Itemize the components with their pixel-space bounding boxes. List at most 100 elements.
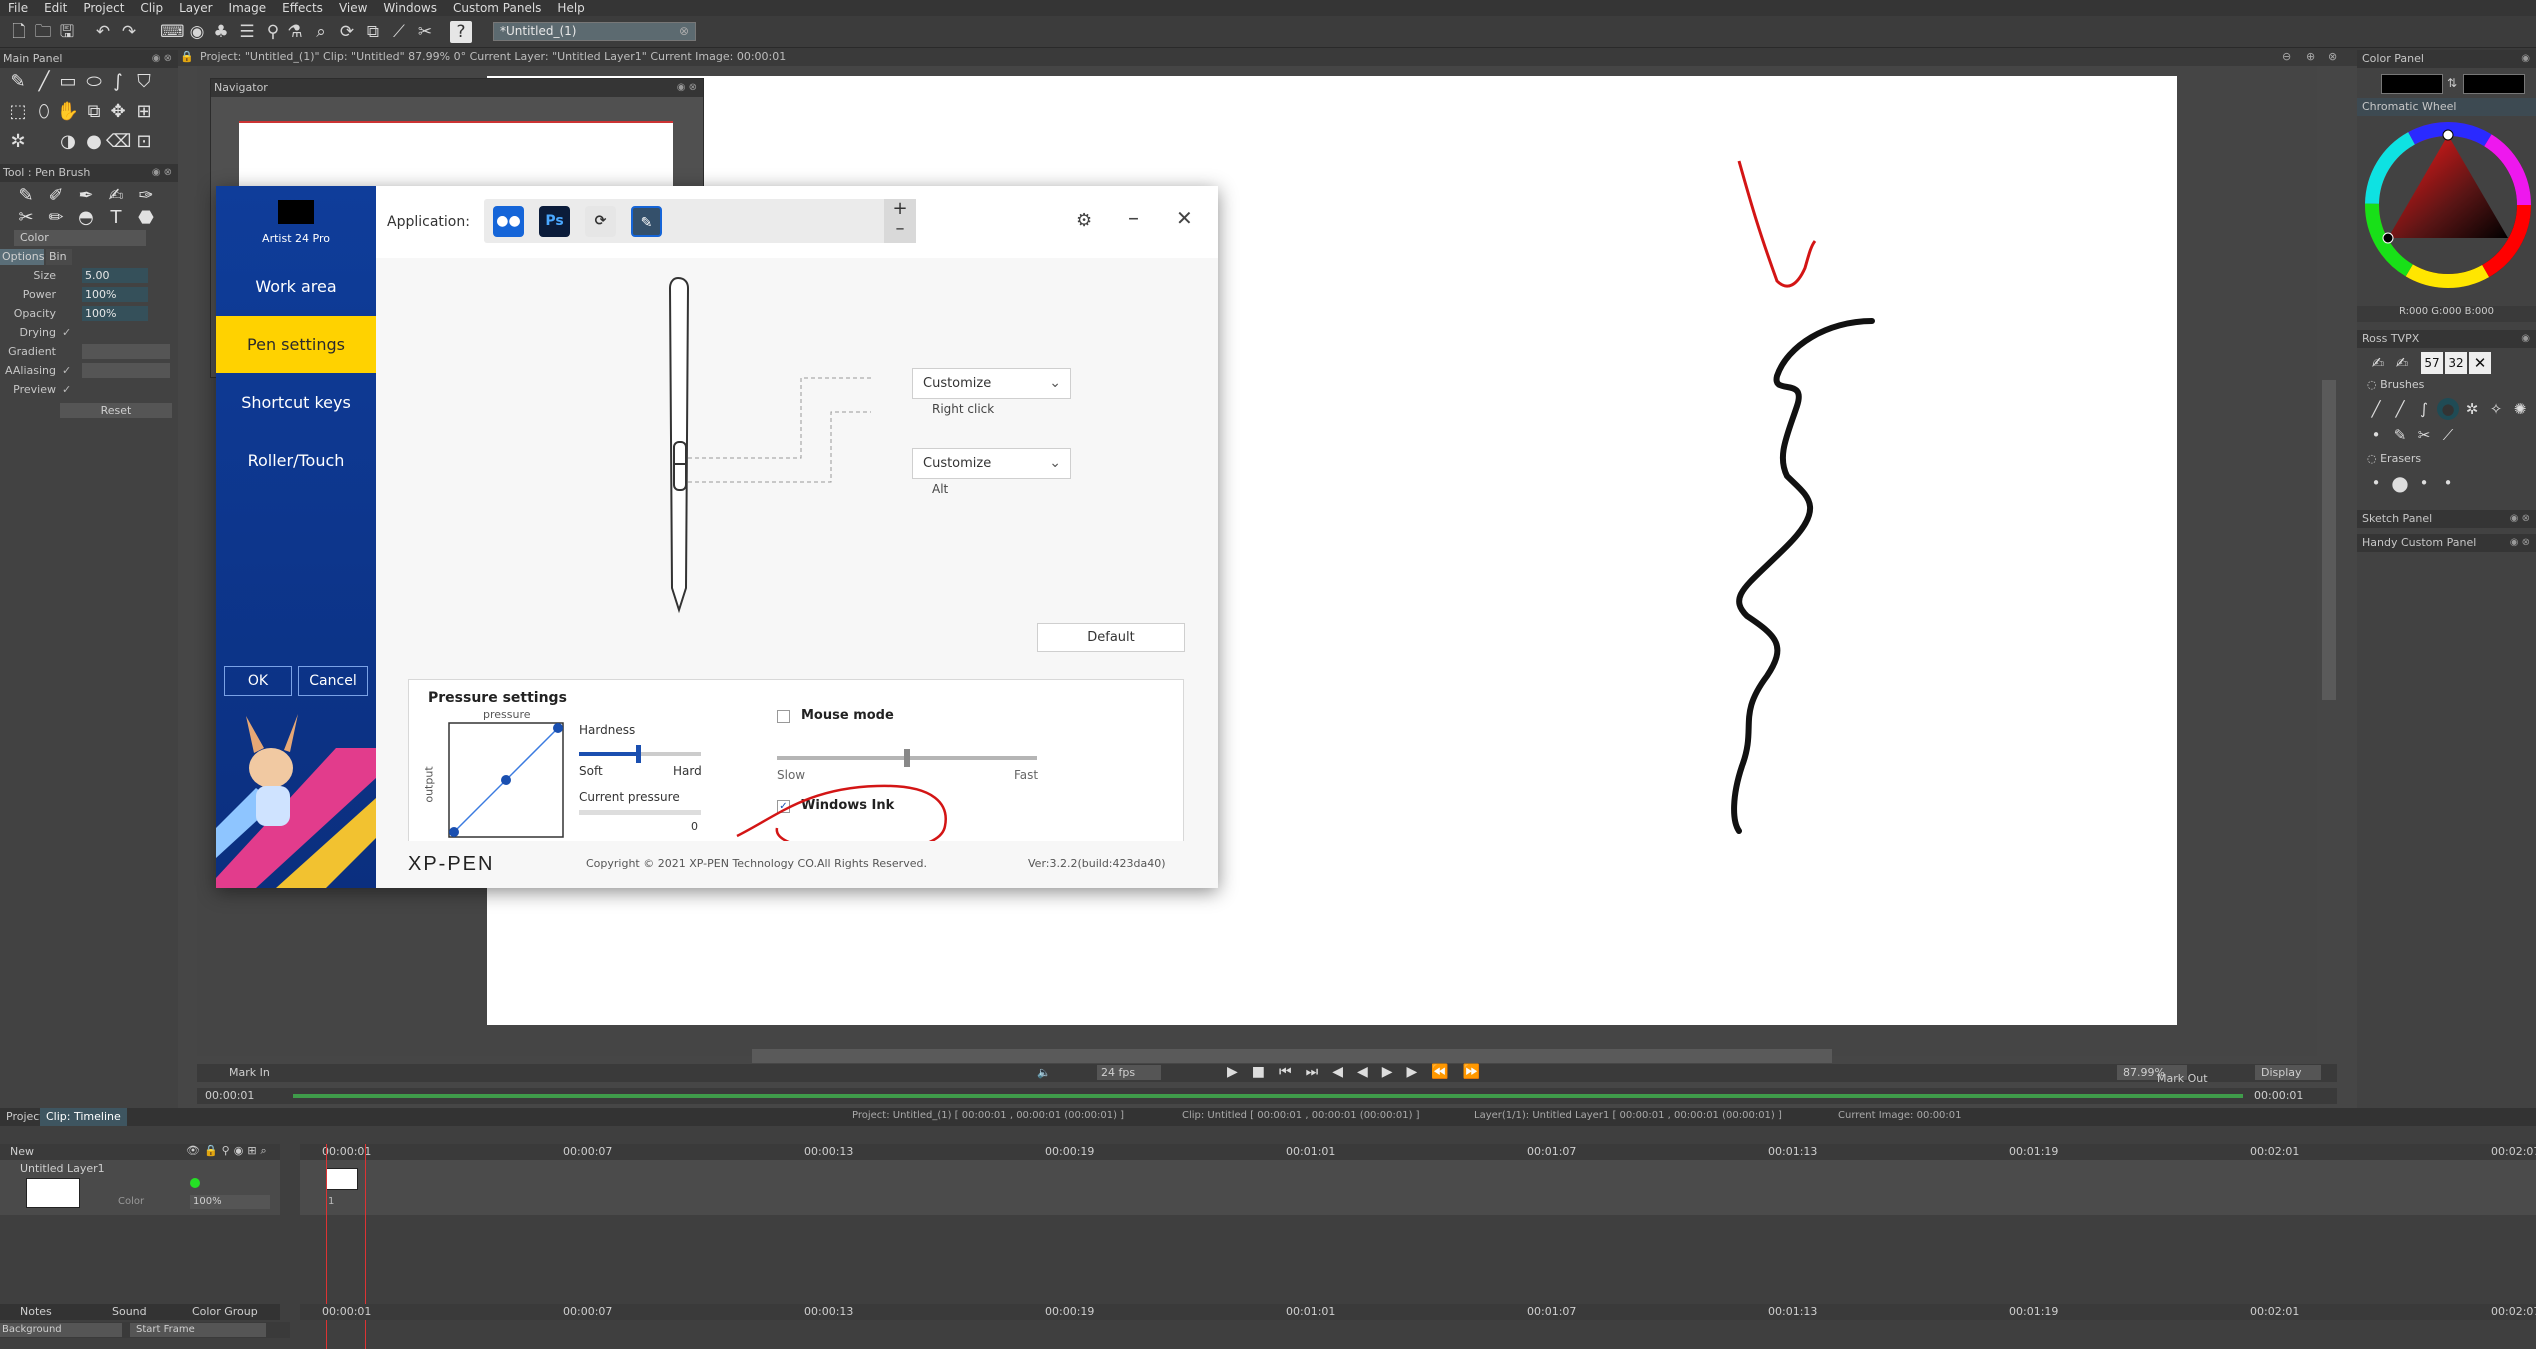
tab-bin[interactable]: Bin [46, 249, 72, 265]
default-button[interactable]: Default [1037, 623, 1185, 652]
close-dialog-icon[interactable]: ✕ [1176, 206, 1193, 230]
select-lasso-icon[interactable]: ⬯ [32, 100, 56, 124]
pen-tool-icon[interactable]: ✎ [6, 70, 30, 94]
new-file-icon[interactable]: 🗋 [8, 21, 30, 43]
menu-item-help[interactable]: Help [549, 0, 592, 16]
brush-tip-5[interactable]: ✲ [2461, 398, 2483, 420]
ross-panel-icons[interactable]: ◉ [2521, 330, 2530, 348]
brush-tip-6[interactable]: ✧ [2485, 398, 2507, 420]
menu-item-effects[interactable]: Effects [274, 0, 331, 16]
menu-item-edit[interactable]: Edit [36, 0, 75, 16]
all-apps-icon[interactable]: ●● [493, 206, 524, 237]
menu-item-layer[interactable]: Layer [171, 0, 220, 16]
remove-app-button[interactable]: – [896, 218, 905, 239]
brush-tip-2[interactable]: ╱ [2389, 398, 2411, 420]
cancel-button[interactable]: Cancel [298, 666, 368, 696]
layers-icon[interactable]: ☰ [236, 21, 258, 43]
lasso-app-icon[interactable]: ⟳ [585, 206, 616, 237]
rotate-icon[interactable]: ⟳ [336, 21, 358, 43]
brush-tip-8[interactable]: • [2365, 424, 2387, 446]
primary-color-swatch[interactable] [2381, 74, 2443, 94]
zoom-rect-icon[interactable]: ⊞ [132, 100, 156, 124]
lock-icon[interactable]: 🔒 [180, 48, 194, 66]
brush-icon-2[interactable]: ✍ [2391, 352, 2413, 374]
reset-button[interactable]: Reset [60, 403, 172, 418]
brush-size-57[interactable]: 57 [2421, 352, 2443, 374]
nav-shortcut-keys[interactable]: Shortcut keys [216, 374, 376, 431]
sketch-panel-header[interactable]: Sketch Panel ◉ ⊗ [2357, 510, 2536, 528]
redo-icon[interactable]: ↷ [118, 21, 140, 43]
alt-dropdown[interactable]: Customize ⌄ [912, 448, 1071, 479]
background-select[interactable]: Background [0, 1323, 122, 1337]
graph-icon[interactable]: ⟋ [388, 21, 410, 43]
color-selector[interactable]: Color [14, 230, 146, 246]
color-swatch-icon[interactable]: ● [82, 130, 106, 154]
photoshop-icon[interactable]: Ps [539, 206, 570, 237]
nav-pen-settings[interactable]: Pen settings [216, 316, 376, 373]
mark-in-time[interactable]: 00:00:01 [205, 1089, 254, 1102]
panel-close-icon[interactable]: ⊗ [2328, 48, 2337, 66]
open-file-icon[interactable]: 🗀 [32, 21, 54, 43]
blend-tool-icon[interactable]: ◑ [56, 130, 80, 154]
aaliasing-field[interactable] [82, 363, 170, 378]
color-wheel-icon[interactable]: ◉ [186, 21, 208, 43]
brush-cross-icon[interactable]: ✕ [2469, 352, 2491, 374]
secondary-color-swatch[interactable] [2463, 74, 2525, 94]
brush-preset-icon[interactable]: ✍ [104, 184, 128, 208]
ellipse-tool-icon[interactable]: ⬭ [82, 70, 106, 94]
hardness-slider[interactable] [579, 745, 701, 763]
airbrush-preset-icon[interactable]: ✑ [134, 184, 158, 208]
menu-item-view[interactable]: View [331, 0, 375, 16]
color-panel-icons[interactable]: ◉ [2521, 50, 2530, 68]
swap-colors-icon[interactable]: ⇅ [2447, 76, 2457, 90]
panel-max-icon[interactable]: ⊕ [2306, 48, 2315, 66]
menu-item-image[interactable]: Image [221, 0, 275, 16]
eraser-tip-4[interactable]: • [2437, 472, 2459, 494]
keyboard-icon[interactable]: ⌨ [160, 21, 185, 43]
tool-panel-icons[interactable]: ◉ ⊗ [152, 164, 172, 182]
hardness-thumb[interactable] [635, 745, 641, 763]
erasers-section[interactable]: ◌ Erasers [2367, 452, 2421, 465]
tab-sound[interactable]: Sound [112, 1305, 147, 1318]
brush-icon-1[interactable]: ✍ [2367, 352, 2389, 374]
eraser-tip-1[interactable]: • [2365, 472, 2387, 494]
brush-tip-1[interactable]: ╱ [2365, 398, 2387, 420]
panel-min-icon[interactable]: ⊖ [2282, 48, 2291, 66]
preview-checkbox[interactable]: ✓ [62, 381, 71, 399]
vertical-scrollbar[interactable] [2322, 380, 2336, 700]
document-tab[interactable]: *Untitled_(1) ⊗ [493, 22, 696, 41]
stamp-preset-icon[interactable]: ⬣ [134, 206, 158, 230]
right-click-dropdown[interactable]: Customize ⌄ [912, 368, 1071, 399]
line-tool-icon[interactable]: ╱ [32, 70, 56, 94]
eraser-tip-3[interactable]: • [2413, 472, 2435, 494]
tab-color-group[interactable]: Color Group [192, 1305, 258, 1318]
warp-tool-icon[interactable]: ✲ [6, 130, 30, 154]
ink-preset-icon[interactable]: ✒ [74, 184, 98, 208]
layer-track[interactable]: 1 [300, 1160, 2536, 1215]
opacity-field[interactable]: 100% [82, 306, 148, 321]
chromatic-wheel[interactable] [2357, 116, 2536, 306]
gradient-field[interactable] [82, 344, 170, 359]
ok-button[interactable]: OK [224, 666, 292, 696]
move-tool-icon[interactable]: ✥ [106, 100, 130, 124]
magnifier-icon[interactable]: ⌕ [310, 21, 332, 43]
menu-item-custom-panels[interactable]: Custom Panels [445, 0, 549, 16]
nav-work-area[interactable]: Work area [216, 258, 376, 315]
aaliasing-checkbox[interactable]: ✓ [62, 362, 71, 380]
brush-tip-11[interactable]: ⟋ [2437, 424, 2459, 446]
speed-thumb[interactable] [904, 749, 910, 767]
range-bar[interactable] [293, 1094, 2243, 1098]
mark-out-time[interactable]: 00:00:01 [2254, 1089, 2303, 1102]
menu-item-windows[interactable]: Windows [375, 0, 445, 16]
pencil-preset-icon[interactable]: ✎ [14, 184, 38, 208]
brush-tip-3[interactable]: ∫ [2413, 398, 2435, 420]
settings-gear-icon[interactable]: ⚙ [1076, 210, 1092, 231]
eraser-tool-icon[interactable]: ⌫ [106, 130, 131, 154]
brush-tip-9[interactable]: ✎ [2389, 424, 2411, 446]
fill-tool-icon[interactable]: ⛉ [132, 70, 156, 94]
curve-tool-icon[interactable]: ∫ [106, 70, 130, 94]
layer-name[interactable]: Untitled Layer1 [20, 1162, 105, 1175]
start-frame-select[interactable]: Start Frame [130, 1323, 266, 1337]
nav-roller-touch[interactable]: Roller/Touch [216, 432, 376, 489]
layer-row[interactable]: Untitled Layer1 Color 100% [0, 1160, 280, 1215]
